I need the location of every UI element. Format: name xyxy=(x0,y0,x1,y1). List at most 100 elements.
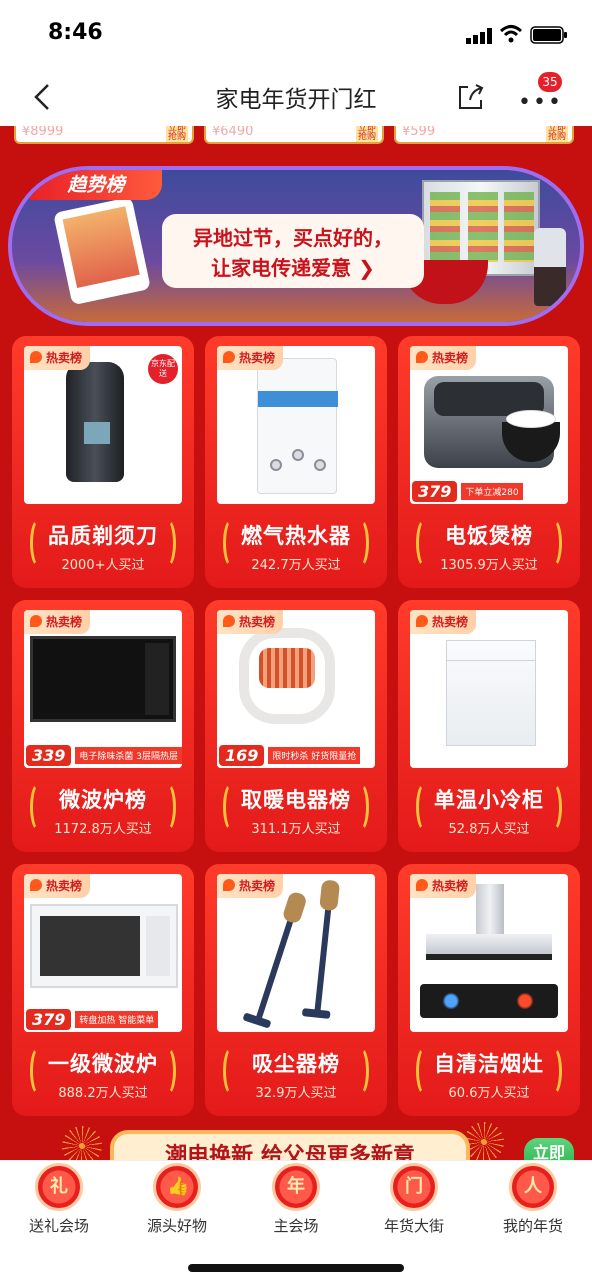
product-image: 热卖榜 xyxy=(217,346,375,504)
category-card-vacuum[interactable]: 热卖榜 吸尘器榜 32.9万人买过 xyxy=(205,864,387,1116)
bought-count: 888.2万人买过 xyxy=(58,1086,148,1101)
share-icon[interactable] xyxy=(456,82,486,112)
strip-item[interactable]: ¥599 立即抢购 xyxy=(394,126,574,144)
hot-sale-tag: 热卖榜 xyxy=(410,874,477,898)
bought-count: 1305.9万人买过 xyxy=(440,558,538,573)
hot-sale-tag: 热卖榜 xyxy=(24,874,91,898)
wifi-icon xyxy=(500,25,522,43)
price-bar: 379 下单立减280 xyxy=(410,478,568,504)
nav-bar: 家电年货开门红 ••• 35 xyxy=(0,68,592,126)
flame-icon xyxy=(223,879,235,891)
category-name: 燃气热水器 xyxy=(241,524,351,548)
tab-new-year-street[interactable]: 门 年货大街 xyxy=(355,1163,473,1237)
status-time: 8:46 xyxy=(48,20,103,45)
tab-label: 送礼会场 xyxy=(28,1217,89,1235)
banner-slogan: 异地过节，买点好的， 让家电传递爱意 ❯ xyxy=(162,214,424,288)
bought-count: 1172.8万人买过 xyxy=(54,822,152,837)
price-bar: 169 限时秒杀 好货限量抢 xyxy=(217,742,375,768)
category-card-microwave[interactable]: 热卖榜 339 电子除味杀菌 3层隔热层 微波炉榜 1172.8万人买过 xyxy=(12,600,194,852)
price-value: 379 xyxy=(412,480,458,502)
product-image: 热卖榜 169 限时秒杀 好货限量抢 xyxy=(217,610,375,768)
hot-sale-tag: 热卖榜 xyxy=(410,610,477,634)
product-image: 热卖榜 xyxy=(410,874,568,1032)
main-content: ¥8999 立即抢购 ¥6490 立即抢购 ¥599 立即抢购 趋势榜 异地过节… xyxy=(0,126,592,1160)
float-cta-button[interactable]: 立即 xyxy=(524,1138,574,1160)
product-image: 热卖榜 339 电子除味杀菌 3层隔热层 xyxy=(24,610,182,768)
water-heater-image xyxy=(257,358,338,494)
category-card-microwave-level1[interactable]: 热卖榜 379 转盘加热 智能菜单 一级微波炉 888.2万人买过 xyxy=(12,864,194,1116)
hot-sale-tag: 热卖榜 xyxy=(217,610,284,634)
category-card-freezer[interactable]: 热卖榜 单温小冷柜 52.8万人买过 xyxy=(398,600,580,852)
vacuum-image xyxy=(301,879,341,1019)
trend-banner[interactable]: 趋势榜 异地过节，买点好的， 让家电传递爱意 ❯ xyxy=(8,166,584,326)
promo-text: 转盘加热 智能菜单 xyxy=(75,1010,159,1028)
freezer-image xyxy=(446,640,536,746)
bought-count: 52.8万人买过 xyxy=(448,822,530,837)
promo-text: 下单立减280 xyxy=(461,482,523,500)
space-heater-image xyxy=(239,628,335,724)
category-name: 吸尘器榜 xyxy=(252,1052,340,1076)
price-bar: 379 转盘加热 智能菜单 xyxy=(24,1006,182,1032)
battery-icon xyxy=(530,26,567,44)
notification-badge: 35 xyxy=(538,72,562,92)
more-icon: ••• xyxy=(518,90,563,115)
category-card-shaver[interactable]: 热卖榜 京东配送 品质剃须刀 2000+人买过 xyxy=(12,336,194,588)
flame-icon xyxy=(30,615,42,627)
home-indicator xyxy=(188,1264,404,1272)
flame-icon xyxy=(416,879,428,891)
category-card-rice-cooker[interactable]: 热卖榜 379 下单立减280 电饭煲榜 1305.9万人买过 xyxy=(398,336,580,588)
bought-count: 242.7万人买过 xyxy=(251,558,341,573)
category-name: 品质剃须刀 xyxy=(48,524,158,548)
price-value: 169 xyxy=(219,744,265,766)
promo-text: 限时秒杀 好货限量抢 xyxy=(268,746,361,764)
strip-item[interactable]: ¥6490 立即抢购 xyxy=(204,126,384,144)
flame-icon xyxy=(416,615,428,627)
promo-banner[interactable]: 潮电换新 给父母更多新意 xyxy=(110,1130,470,1160)
tab-source-goods[interactable]: 👍 源头好物 xyxy=(118,1163,236,1237)
strip-item[interactable]: ¥8999 立即抢购 xyxy=(14,126,194,144)
bought-count: 60.6万人买过 xyxy=(448,1086,530,1101)
promo-banner-text: 潮电换新 给父母更多新意 xyxy=(165,1144,415,1160)
category-card-water-heater[interactable]: 热卖榜 燃气热水器 242.7万人买过 xyxy=(205,336,387,588)
firework-decoration xyxy=(464,1122,504,1160)
category-name: 微波炉榜 xyxy=(59,788,147,812)
price-bar: 339 电子除味杀菌 3层隔热层 xyxy=(24,742,182,768)
tab-label: 年货大街 xyxy=(383,1217,444,1235)
category-card-heater[interactable]: 热卖榜 169 限时秒杀 好货限量抢 取暖电器榜 311.1万人买过 xyxy=(205,600,387,852)
strip-price: ¥599 xyxy=(402,126,436,139)
thumbs-up-icon: 👍 xyxy=(153,1163,201,1211)
flame-icon xyxy=(30,879,42,891)
user-icon: 人 xyxy=(509,1163,557,1211)
more-button[interactable]: ••• 35 xyxy=(518,72,562,115)
bought-count: 2000+人买过 xyxy=(61,558,145,573)
tab-gift-venue[interactable]: 礼 送礼会场 xyxy=(0,1163,118,1237)
hot-sale-tag: 热卖榜 xyxy=(217,346,284,370)
price-value: 339 xyxy=(26,744,72,766)
tab-my-goods[interactable]: 人 我的年货 xyxy=(474,1163,592,1237)
strip-price: ¥8999 xyxy=(22,126,64,139)
blender-image xyxy=(534,228,566,306)
category-name: 取暖电器榜 xyxy=(241,788,351,812)
tab-main-venue[interactable]: 年 主会场 xyxy=(237,1163,355,1237)
buy-tag: 立即抢购 xyxy=(546,126,568,142)
gas-stove-image xyxy=(420,984,558,1018)
category-card-range-hood[interactable]: 热卖榜 自清洁烟灶 60.6万人买过 xyxy=(398,864,580,1116)
product-image: 热卖榜 京东配送 xyxy=(24,346,182,504)
gate-icon: 门 xyxy=(390,1163,438,1211)
category-name: 单温小冷柜 xyxy=(434,788,544,812)
hot-sale-tag: 热卖榜 xyxy=(217,874,284,898)
jd-delivery-badge: 京东配送 xyxy=(148,354,178,384)
status-bar: 8:46 xyxy=(0,0,592,68)
tab-label: 源头好物 xyxy=(146,1217,207,1235)
category-name: 一级微波炉 xyxy=(48,1052,158,1076)
product-image: 热卖榜 xyxy=(410,610,568,768)
product-image: 热卖榜 379 转盘加热 智能菜单 xyxy=(24,874,182,1032)
flame-icon xyxy=(416,351,428,363)
flame-icon xyxy=(30,351,42,363)
vacuum-image xyxy=(242,890,308,1029)
bought-count: 32.9万人买过 xyxy=(255,1086,337,1101)
new-year-icon: 年 xyxy=(272,1163,320,1211)
buy-tag: 立即抢购 xyxy=(356,126,378,142)
hot-sale-tag: 热卖榜 xyxy=(410,346,477,370)
tab-label: 我的年货 xyxy=(502,1217,563,1235)
